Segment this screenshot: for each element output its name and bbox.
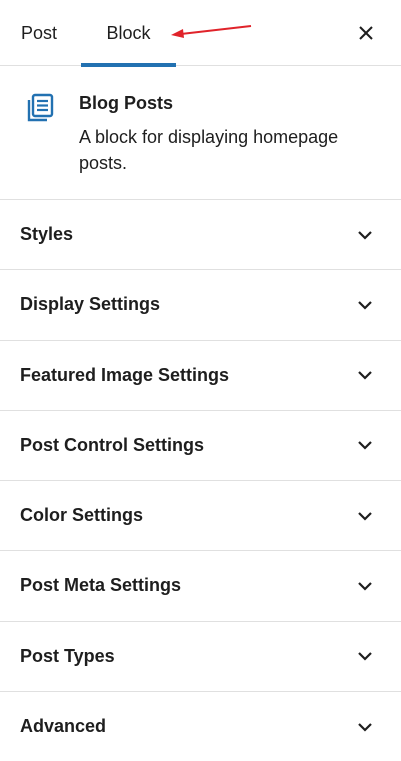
section-advanced[interactable]: Advanced xyxy=(0,692,401,761)
section-featured-image-settings[interactable]: Featured Image Settings xyxy=(0,341,401,411)
tab-post[interactable]: Post xyxy=(0,0,78,66)
chevron-down-icon xyxy=(358,230,372,240)
section-label: Featured Image Settings xyxy=(20,364,230,385)
block-settings-sidebar: Post Block Blog Posts A block for displa… xyxy=(0,0,401,761)
block-description: A block for displaying homepage posts. xyxy=(79,127,339,173)
section-label: Display Settings xyxy=(20,294,161,315)
tab-post-label: Post xyxy=(20,22,58,43)
chevron-down-icon xyxy=(358,371,372,380)
chevron-down-icon xyxy=(358,582,372,591)
blog-posts-icon xyxy=(27,93,54,122)
section-styles[interactable]: Styles xyxy=(0,200,401,271)
section-color-settings[interactable]: Color Settings xyxy=(0,481,401,552)
close-icon xyxy=(359,26,373,40)
section-label: Post Meta Settings xyxy=(20,575,182,596)
section-label: Styles xyxy=(20,224,74,245)
annotation-arrow-icon xyxy=(171,25,252,38)
section-post-control-settings[interactable]: Post Control Settings xyxy=(0,411,401,481)
section-post-meta-settings[interactable]: Post Meta Settings xyxy=(0,551,401,622)
section-label: Advanced xyxy=(20,716,107,737)
block-title: Blog Posts xyxy=(79,93,174,113)
close-button[interactable] xyxy=(353,20,379,46)
block-card: Blog Posts A block for displaying homepa… xyxy=(0,66,401,200)
chevron-down-icon xyxy=(358,441,372,450)
chevron-down-icon xyxy=(358,301,372,310)
sidebar-tabs: Post Block xyxy=(0,0,401,67)
tab-block[interactable]: Block xyxy=(81,0,176,67)
chevron-down-icon xyxy=(358,511,372,521)
chevron-down-icon xyxy=(358,652,372,661)
section-display-settings[interactable]: Display Settings xyxy=(0,270,401,341)
settings-accordion: Styles Display Settings Featured Image S… xyxy=(0,200,401,761)
tab-block-label: Block xyxy=(106,22,151,43)
section-label: Post Types xyxy=(20,645,115,666)
section-label: Post Control Settings xyxy=(20,434,204,455)
section-post-types[interactable]: Post Types xyxy=(0,622,401,692)
chevron-down-icon xyxy=(358,723,372,732)
section-label: Color Settings xyxy=(20,505,144,526)
